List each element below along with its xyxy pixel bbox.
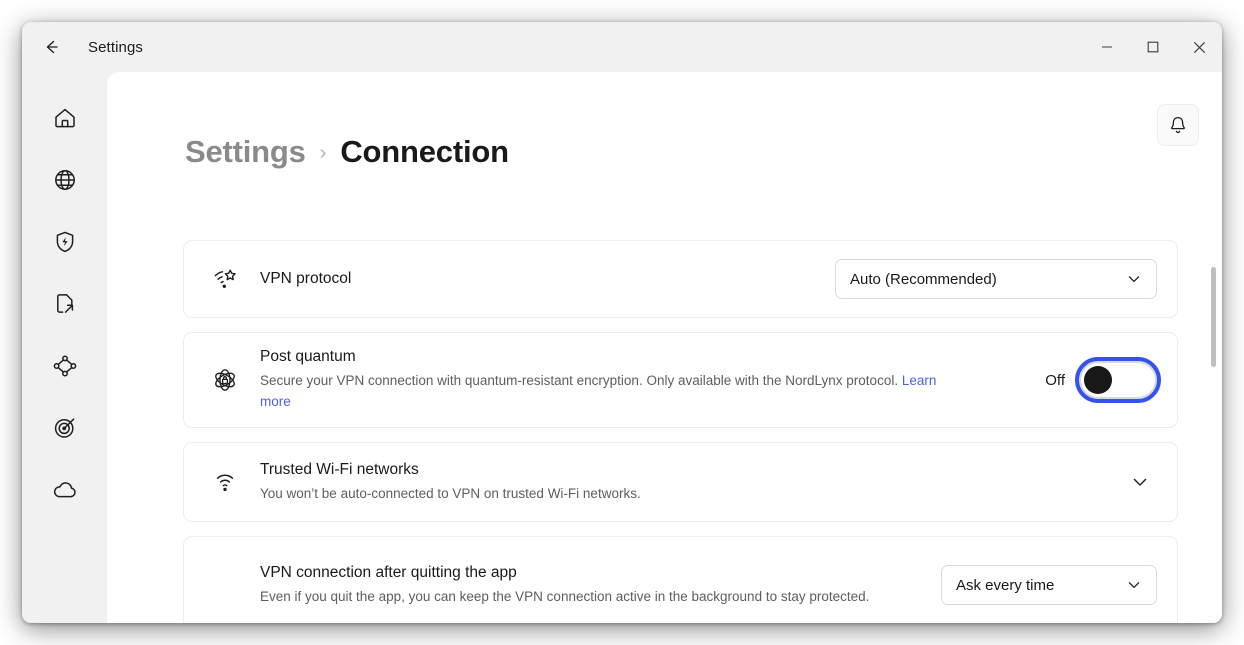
- trusted-wifi-icon-wrap: [208, 468, 242, 496]
- settings-window: Settings: [22, 22, 1222, 623]
- vpn-after-quit-select[interactable]: Ask every time: [941, 565, 1157, 605]
- atom-lock-icon: [211, 366, 239, 394]
- meshnet-icon: [52, 353, 78, 379]
- bell-icon: [1168, 115, 1188, 135]
- minimize-icon: [1101, 41, 1113, 53]
- maximize-icon: [1147, 41, 1159, 53]
- post-quantum-toggle-state: Off: [1045, 372, 1065, 389]
- chevron-down-icon: [1126, 577, 1142, 593]
- vpn-protocol-select[interactable]: Auto (Recommended): [835, 259, 1157, 299]
- globe-icon: [52, 167, 78, 193]
- wifi-icon: [211, 468, 239, 496]
- content-scrollbar[interactable]: [1211, 112, 1216, 612]
- target-icon: [52, 415, 78, 441]
- content-scrollbar-thumb[interactable]: [1211, 267, 1216, 367]
- sidebar-item-meshnet[interactable]: [46, 348, 84, 384]
- content-panel: Settings › Connection: [107, 72, 1222, 623]
- sidebar-item-globe[interactable]: [46, 162, 84, 198]
- page-title: Connection: [340, 134, 509, 170]
- sidebar-item-home[interactable]: [46, 100, 84, 136]
- shield-bolt-icon: [52, 229, 78, 255]
- post-quantum-description-text: Secure your VPN connection with quantum-…: [260, 373, 902, 388]
- card-vpn-protocol: VPN protocol Auto (Recommended): [183, 240, 1178, 318]
- trusted-wifi-title: Trusted Wi-Fi networks: [260, 460, 1107, 481]
- arrow-left-icon: [41, 37, 61, 57]
- trusted-wifi-description: You won’t be auto-connected to VPN on tr…: [260, 484, 960, 505]
- minimize-button[interactable]: [1084, 22, 1130, 72]
- back-button[interactable]: [34, 30, 68, 64]
- vpn-protocol-select-value: Auto (Recommended): [850, 271, 997, 288]
- maximize-button[interactable]: [1130, 22, 1176, 72]
- vpn-after-quit-title: VPN connection after quitting the app: [260, 563, 925, 584]
- sidebar-item-threat-protection[interactable]: [46, 224, 84, 260]
- post-quantum-description: Secure your VPN connection with quantum-…: [260, 371, 960, 413]
- title-bar: Settings: [22, 22, 1222, 72]
- wifi-star-icon: [211, 265, 239, 293]
- sidebar-item-file-share[interactable]: [46, 286, 84, 322]
- sidebar-item-dark-web-monitor[interactable]: [46, 410, 84, 446]
- vpn-after-quit-description: Even if you quit the app, you can keep t…: [260, 587, 925, 608]
- post-quantum-title: Post quantum: [260, 347, 1029, 368]
- home-icon: [52, 105, 78, 131]
- close-button[interactable]: [1176, 22, 1222, 72]
- notifications-button[interactable]: [1157, 104, 1199, 146]
- sidebar-item-cloud-storage[interactable]: [46, 472, 84, 508]
- file-share-icon: [52, 291, 78, 317]
- card-post-quantum: Post quantum Secure your VPN connection …: [183, 332, 1178, 428]
- settings-card-list: VPN protocol Auto (Recommended): [183, 240, 1178, 623]
- app-root: Settings: [0, 0, 1244, 645]
- trusted-wifi-expand-button[interactable]: [1123, 465, 1157, 499]
- post-quantum-toggle[interactable]: [1079, 361, 1157, 399]
- breadcrumb: Settings › Connection: [185, 134, 509, 170]
- post-quantum-icon-wrap: [208, 366, 242, 394]
- post-quantum-toggle-wrap: Off: [1045, 361, 1157, 399]
- breadcrumb-separator: ›: [320, 139, 327, 165]
- vpn-after-quit-body: VPN connection after quitting the app Ev…: [260, 563, 941, 608]
- window-controls: [1084, 22, 1222, 72]
- post-quantum-body: Post quantum Secure your VPN connection …: [260, 347, 1045, 413]
- close-icon: [1193, 41, 1206, 54]
- toggle-knob: [1084, 366, 1112, 394]
- card-vpn-after-quit: VPN connection after quitting the app Ev…: [183, 536, 1178, 623]
- chevron-down-icon: [1130, 472, 1150, 492]
- card-trusted-wifi[interactable]: Trusted Wi-Fi networks You won’t be auto…: [183, 442, 1178, 522]
- vpn-protocol-icon-wrap: [208, 265, 242, 293]
- vpn-protocol-body: VPN protocol: [260, 269, 835, 290]
- trusted-wifi-body: Trusted Wi-Fi networks You won’t be auto…: [260, 460, 1123, 505]
- sidebar: [22, 72, 107, 623]
- cloud-icon: [52, 477, 78, 503]
- breadcrumb-parent[interactable]: Settings: [185, 134, 306, 170]
- vpn-protocol-title: VPN protocol: [260, 269, 819, 290]
- chevron-down-icon: [1126, 271, 1142, 287]
- vpn-after-quit-select-value: Ask every time: [956, 577, 1054, 594]
- window-title: Settings: [88, 39, 143, 56]
